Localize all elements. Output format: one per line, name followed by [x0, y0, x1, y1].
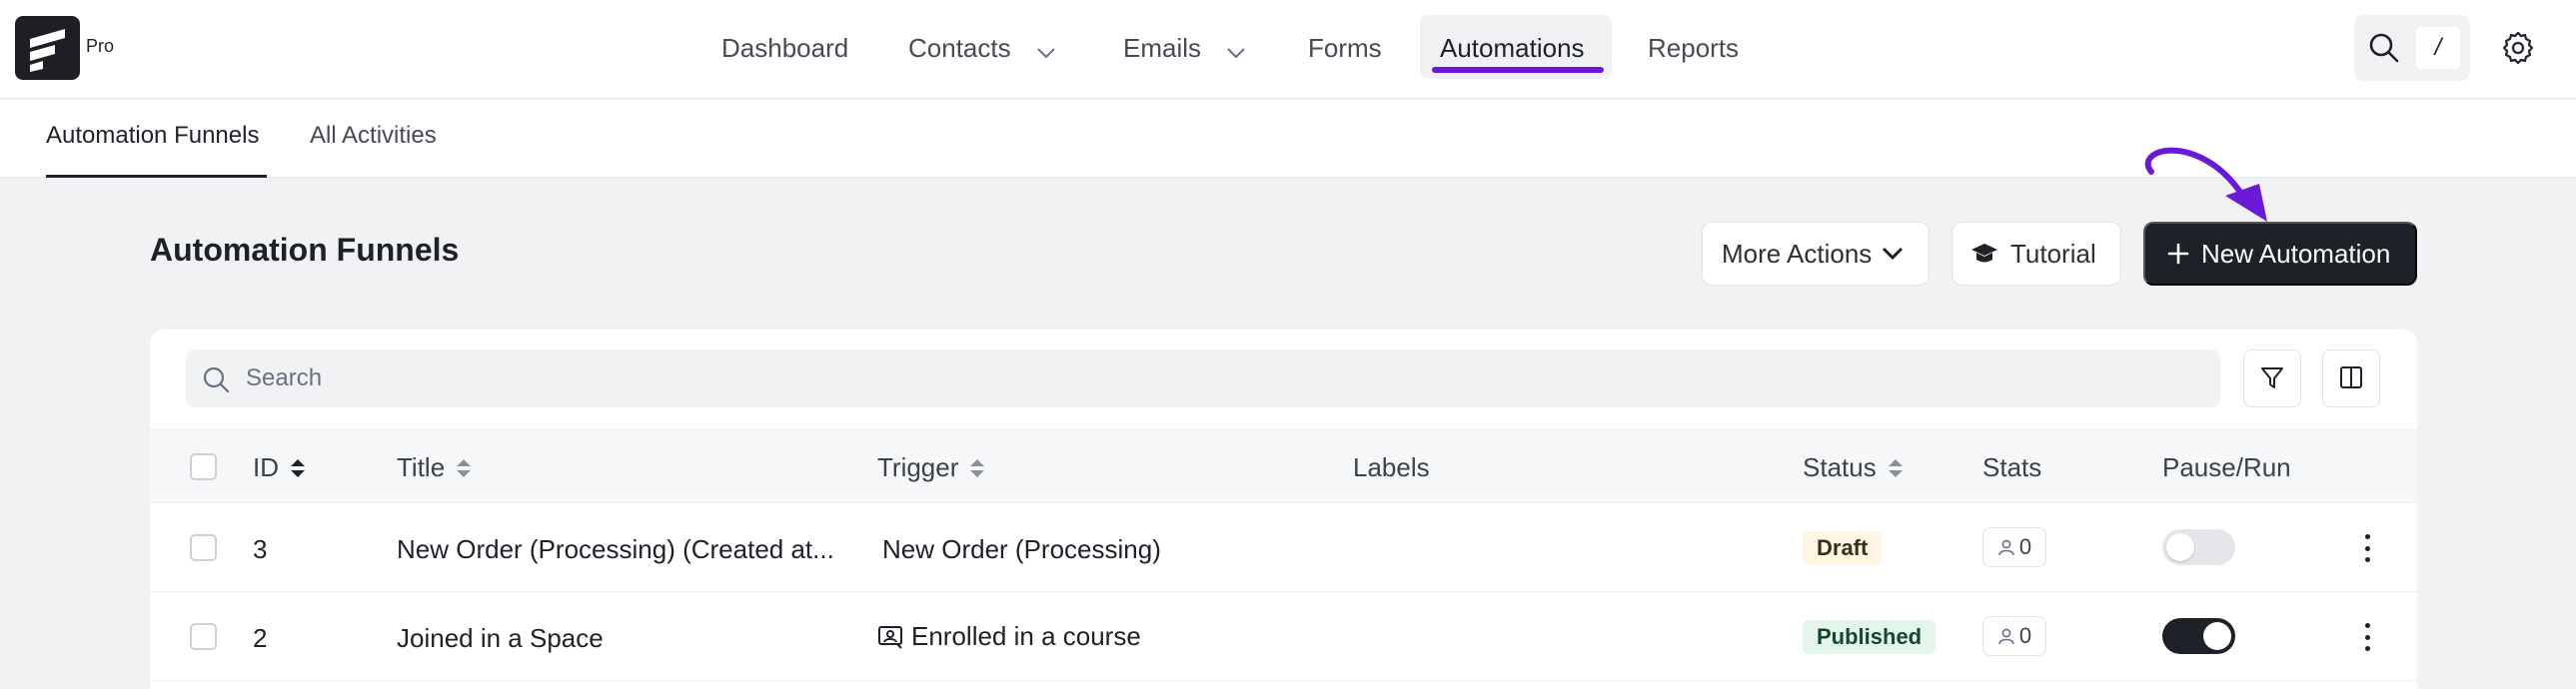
column-pause-run-label: Pause/Run: [2162, 452, 2291, 482]
tutorial-label: Tutorial: [2010, 238, 2096, 269]
nav-contacts-label: Contacts: [908, 33, 1011, 63]
search-icon: [2368, 32, 2400, 69]
columns-icon: [2338, 364, 2364, 393]
sort-icon: [289, 456, 307, 480]
nav-emails[interactable]: Emails: [1123, 26, 1246, 70]
new-automation-label: New Automation: [2201, 238, 2391, 269]
nav-forms[interactable]: Forms: [1308, 26, 1382, 70]
row-trigger: Enrolled in a course: [877, 621, 1141, 652]
search-shortcut-key: /: [2416, 27, 2460, 69]
toggle-knob: [2166, 533, 2194, 561]
column-header-title[interactable]: Title: [397, 452, 473, 483]
gear-icon[interactable]: [2500, 30, 2536, 71]
nav-contacts[interactable]: Contacts: [908, 26, 1056, 70]
column-stats-label: Stats: [1982, 452, 2042, 482]
graduation-cap-icon: [1970, 242, 1998, 266]
stats-count: 0: [2018, 534, 2032, 559]
column-header-trigger[interactable]: Trigger: [877, 452, 986, 483]
stats-pill[interactable]: 0: [1982, 527, 2046, 567]
sort-icon: [455, 456, 473, 480]
column-header-pause-run: Pause/Run: [2162, 452, 2291, 483]
column-header-status[interactable]: Status: [1803, 452, 1905, 483]
pause-run-toggle[interactable]: [2162, 529, 2235, 565]
tab-active-underline: [46, 175, 267, 178]
brand-logo[interactable]: [15, 16, 80, 80]
nav-reports[interactable]: Reports: [1648, 26, 1739, 70]
plus-icon: [2167, 243, 2189, 265]
tab-all-activities[interactable]: All Activities: [310, 122, 437, 150]
filter-button[interactable]: [2243, 349, 2301, 407]
column-header-stats: Stats: [1982, 452, 2041, 483]
table-row[interactable]: 2 Joined in a Space Enrolled in a course…: [150, 593, 2417, 681]
more-actions-label: More Actions: [1722, 238, 1873, 269]
automation-table-card: ID Title Trigger Labels Status: [150, 330, 2417, 689]
stats-count: 0: [2018, 623, 2032, 648]
column-header-id[interactable]: ID: [253, 452, 307, 483]
pause-run-toggle[interactable]: [2162, 618, 2235, 654]
tutorial-button[interactable]: Tutorial: [1951, 222, 2121, 286]
row-trigger-label: Enrolled in a course: [911, 621, 1141, 651]
column-id-label: ID: [253, 452, 279, 482]
nav-forms-label: Forms: [1308, 33, 1382, 63]
row-id: 2: [253, 623, 268, 653]
row-checkbox[interactable]: [190, 534, 217, 561]
column-trigger-label: Trigger: [877, 452, 959, 482]
nav-dashboard[interactable]: Dashboard: [721, 26, 848, 70]
row-title[interactable]: Joined in a Space: [397, 623, 604, 654]
columns-button[interactable]: [2322, 349, 2380, 407]
pro-badge: Pro: [86, 36, 115, 56]
nav-dashboard-label: Dashboard: [721, 33, 849, 63]
more-actions-button[interactable]: More Actions: [1702, 222, 1930, 286]
course-icon: [878, 625, 902, 649]
sort-icon: [1887, 456, 1905, 480]
table-row[interactable]: 3 New Order (Processing) (Created at... …: [150, 504, 2417, 592]
search-icon: [202, 365, 230, 398]
table-search[interactable]: [186, 349, 2220, 407]
sort-icon: [968, 456, 986, 480]
nav-active-underline: [1432, 67, 1604, 73]
filter-icon: [2259, 364, 2285, 393]
select-all-checkbox[interactable]: [190, 453, 217, 480]
chevron-down-icon: [1226, 28, 1246, 72]
logo-mark-icon: [30, 29, 65, 72]
row-title[interactable]: New Order (Processing) (Created at...: [397, 534, 834, 565]
user-icon: [1998, 628, 2014, 645]
nav-automations[interactable]: Automations: [1440, 26, 1585, 70]
column-status-label: Status: [1803, 452, 1877, 482]
column-title-label: Title: [397, 452, 446, 482]
top-navigation: Pro Dashboard Contacts Emails Forms Auto…: [0, 0, 2576, 99]
row-id: 3: [253, 534, 268, 564]
status-badge: Published: [1803, 620, 1936, 654]
nav-emails-label: Emails: [1123, 33, 1202, 63]
nav-reports-label: Reports: [1648, 33, 1740, 63]
chevron-down-icon: [1882, 247, 1904, 261]
column-header-labels: Labels: [1353, 452, 1430, 483]
more-options-icon[interactable]: [2357, 528, 2377, 568]
status-badge: Draft: [1803, 531, 1883, 565]
page-title: Automation Funnels: [150, 232, 460, 268]
user-icon: [1998, 539, 2014, 556]
row-trigger: New Order (Processing): [882, 534, 1161, 564]
chevron-down-icon: [1036, 28, 1056, 72]
tab-automation-funnels[interactable]: Automation Funnels: [46, 122, 259, 150]
stats-pill[interactable]: 0: [1982, 616, 2046, 656]
annotation-arrow-icon: [2144, 147, 2267, 222]
nav-automations-label: Automations: [1440, 33, 1585, 63]
more-options-icon[interactable]: [2357, 617, 2377, 657]
new-automation-button[interactable]: New Automation: [2143, 222, 2417, 286]
column-labels-label: Labels: [1353, 452, 1430, 482]
table-header: ID Title Trigger Labels Status Stats Pau…: [150, 429, 2417, 503]
row-checkbox[interactable]: [190, 623, 217, 650]
global-search-button[interactable]: /: [2354, 15, 2470, 81]
toggle-knob: [2203, 622, 2231, 650]
search-input[interactable]: [246, 349, 2194, 407]
